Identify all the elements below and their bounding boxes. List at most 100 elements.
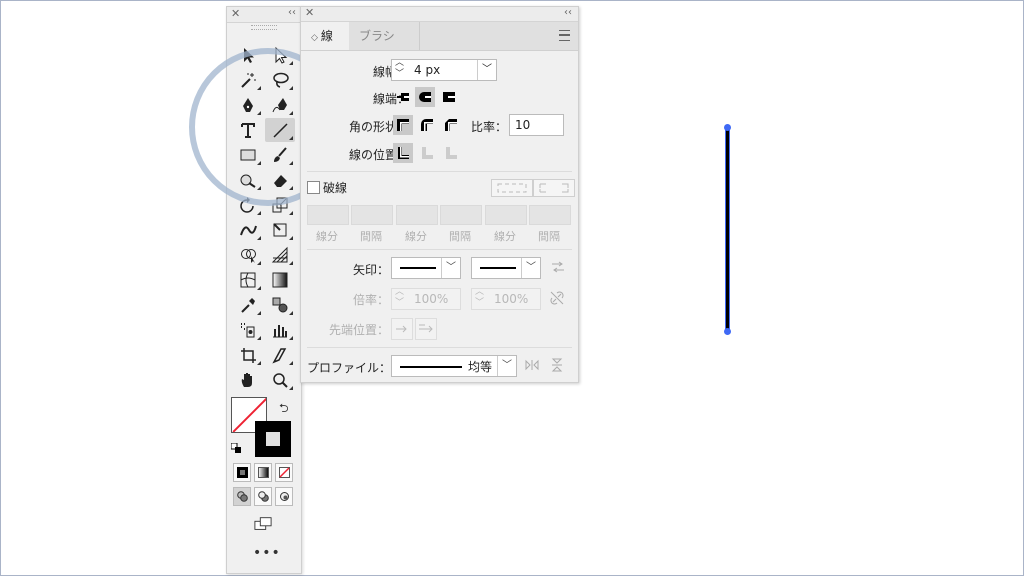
tool-mesh[interactable] — [233, 268, 263, 292]
swap-fill-stroke-icon[interactable]: ⮌ — [279, 399, 289, 420]
tool-curvature[interactable] — [265, 93, 295, 117]
link-scale-icon[interactable] — [549, 290, 565, 306]
arrow-extend-icon — [396, 325, 407, 333]
tool-zoom[interactable] — [265, 368, 295, 392]
flyout-indicator — [257, 186, 261, 190]
tool-rotate[interactable] — [233, 193, 263, 217]
chevron-down-icon: ﹀ — [497, 356, 516, 376]
drag-grip[interactable] — [251, 25, 277, 30]
chevron-down-icon[interactable]: ﹀ — [477, 60, 496, 80]
tool-shape-builder[interactable] — [233, 243, 263, 267]
default-fill-stroke-icon[interactable] — [231, 443, 241, 453]
perspective-grid-icon — [271, 246, 288, 263]
tool-hand[interactable] — [233, 368, 263, 392]
dash-field-1[interactable] — [307, 205, 349, 225]
start-arrow-dropdown[interactable]: ﹀ — [391, 257, 461, 279]
flyout-indicator — [289, 61, 293, 65]
weight-field[interactable]: ︿ ﹀ 4 px ﹀ — [391, 58, 497, 81]
tool-width[interactable] — [233, 218, 263, 242]
end-scale-field[interactable]: ︿ ﹀ 100% — [471, 287, 541, 310]
align-inside-button[interactable] — [417, 143, 437, 163]
flyout-indicator — [289, 111, 293, 115]
arrow-align-label: 先端位置： — [328, 323, 389, 337]
flyout-indicator — [257, 86, 261, 90]
stroke-swatch[interactable] — [255, 421, 291, 457]
collapse-icon[interactable]: ‹‹ — [288, 7, 296, 18]
color-mode-row — [233, 463, 293, 482]
tool-paintbrush[interactable] — [265, 143, 295, 167]
gap-field-2[interactable] — [440, 205, 482, 225]
draw-inside-button[interactable] — [275, 487, 293, 506]
projecting-cap-button[interactable] — [439, 87, 459, 107]
tool-artboard[interactable] — [233, 343, 263, 367]
flyout-indicator — [289, 261, 293, 265]
close-icon[interactable]: ✕ — [231, 7, 240, 20]
butt-cap-button[interactable] — [393, 87, 413, 107]
miter-join-button[interactable] — [393, 115, 413, 135]
tool-selection[interactable] — [233, 43, 263, 67]
start-scale-field[interactable]: ︿ ﹀ 100% — [391, 287, 461, 310]
tool-perspective-grid[interactable] — [265, 243, 295, 267]
paintbrush-icon — [274, 147, 287, 162]
collapse-icon[interactable]: ‹‹ — [564, 7, 572, 18]
weight-stepper-icon[interactable]: ︿ ﹀ — [395, 58, 404, 80]
limit-field[interactable]: 10 — [509, 114, 564, 136]
tool-scale[interactable] — [265, 193, 295, 217]
tool-shaper[interactable] — [233, 168, 263, 192]
align-center-button[interactable] — [393, 143, 413, 163]
stroke-panel-header[interactable]: ✕ ‹‹ — [301, 6, 578, 22]
panel-menu-icon[interactable] — [559, 30, 570, 41]
tool-magic-wand[interactable] — [233, 68, 263, 92]
hand-icon — [241, 373, 252, 387]
dashed-checkbox[interactable] — [307, 181, 320, 194]
tool-direct-selection[interactable] — [265, 43, 295, 67]
draw-normal-button[interactable] — [233, 487, 251, 506]
swap-arrows-icon[interactable] — [551, 261, 565, 273]
round-cap-button[interactable] — [415, 87, 435, 107]
arrow-tip-place-button[interactable] — [415, 318, 437, 340]
tool-lasso[interactable] — [265, 68, 295, 92]
tool-slice[interactable] — [265, 343, 295, 367]
arrow-tip-extend-button[interactable] — [391, 318, 413, 340]
dash-align-button[interactable] — [533, 179, 575, 197]
flip-along-icon[interactable] — [525, 359, 539, 371]
profile-dropdown[interactable]: 均等 ﹀ — [391, 355, 517, 377]
anchor-point-bottom[interactable] — [724, 328, 731, 335]
anchor-point-top[interactable] — [724, 124, 731, 131]
tool-symbol-sprayer[interactable] — [233, 318, 263, 342]
edit-toolbar-button[interactable]: ••• — [253, 545, 281, 561]
tool-pen[interactable] — [233, 93, 263, 117]
tool-type[interactable] — [233, 118, 263, 142]
tool-gradient[interactable] — [265, 268, 295, 292]
dash-field-2[interactable] — [396, 205, 438, 225]
limit-label: 比率： — [470, 120, 507, 134]
tool-line-segment[interactable] — [265, 118, 295, 142]
flyout-indicator — [289, 86, 293, 90]
tool-rectangle[interactable] — [233, 143, 263, 167]
flip-across-icon[interactable] — [551, 358, 563, 372]
tool-eraser[interactable] — [265, 168, 295, 192]
tools-panel-header[interactable]: ✕ ‹‹ — [227, 7, 301, 23]
tool-blend[interactable] — [265, 293, 295, 317]
bevel-join-button[interactable] — [441, 115, 461, 135]
dash-field-3[interactable] — [485, 205, 527, 225]
selected-line-path[interactable] — [725, 127, 730, 331]
none-mode-button[interactable] — [275, 463, 293, 482]
dash-preserve-button[interactable] — [491, 179, 533, 197]
draw-behind-button[interactable] — [254, 487, 272, 506]
screen-mode-button[interactable] — [247, 512, 279, 536]
close-icon[interactable]: ✕ — [305, 6, 314, 19]
gradient-mode-button[interactable] — [254, 463, 272, 482]
tool-eyedropper[interactable] — [233, 293, 263, 317]
align-outside-button[interactable] — [441, 143, 461, 163]
tab-brushes[interactable]: ブラシ — [349, 22, 420, 50]
gap-field-3[interactable] — [529, 205, 571, 225]
tool-free-transform[interactable] — [265, 218, 295, 242]
tab-stroke[interactable]: ◇ 線 — [301, 22, 349, 50]
end-arrow-dropdown[interactable]: ﹀ — [471, 257, 541, 279]
tool-column-graph[interactable] — [265, 318, 295, 342]
color-mode-button[interactable] — [233, 463, 251, 482]
direct-selection-icon — [275, 46, 288, 64]
round-join-button[interactable] — [417, 115, 437, 135]
gap-field-1[interactable] — [351, 205, 393, 225]
